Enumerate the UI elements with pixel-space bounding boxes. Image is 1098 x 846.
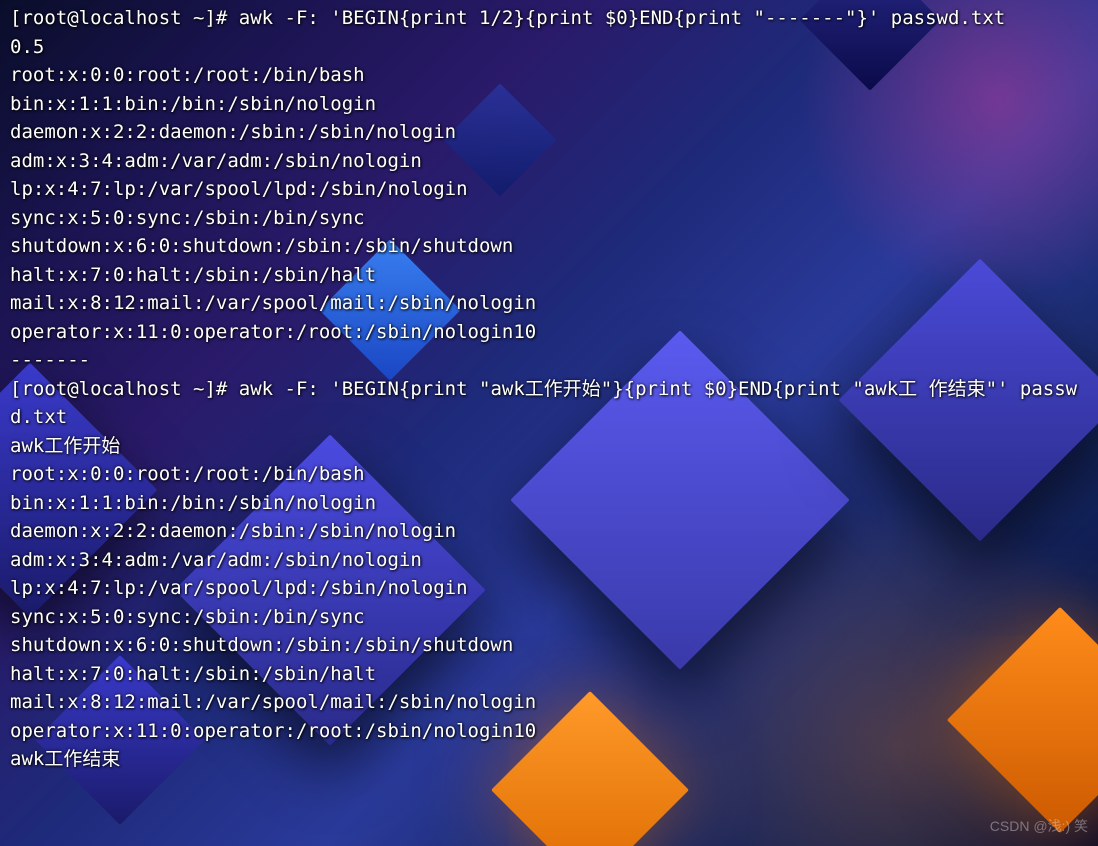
output-line: operator:x:11:0:operator:/root:/sbin/nol… [10,720,536,742]
output-line: daemon:x:2:2:daemon:/sbin:/sbin/nologin [10,121,456,143]
output-line: root:x:0:0:root:/root:/bin/bash [10,64,365,86]
output-line: 0.5 [10,36,44,58]
terminal-output-area[interactable]: [root@localhost ~]# awk -F: 'BEGIN{print… [0,0,1098,846]
output-line: bin:x:1:1:bin:/bin:/sbin/nologin [10,492,376,514]
output-line: shutdown:x:6:0:shutdown:/sbin:/sbin/shut… [10,634,513,656]
output-line: awk工作结束 [10,748,120,770]
output-line: mail:x:8:12:mail:/var/spool/mail:/sbin/n… [10,691,536,713]
shell-prompt: [root@localhost ~]# [10,7,239,29]
output-line: mail:x:8:12:mail:/var/spool/mail:/sbin/n… [10,292,536,314]
output-line: halt:x:7:0:halt:/sbin:/sbin/halt [10,663,376,685]
output-line: ------- [10,349,90,371]
shell-prompt: [root@localhost ~]# [10,378,239,400]
output-line: bin:x:1:1:bin:/bin:/sbin/nologin [10,93,376,115]
output-line: operator:x:11:0:operator:/root:/sbin/nol… [10,321,536,343]
watermark-text: CSDN @浅:) 笑 [990,812,1088,841]
output-line: sync:x:5:0:sync:/sbin:/bin/sync [10,606,365,628]
output-line: root:x:0:0:root:/root:/bin/bash [10,463,365,485]
output-line: awk工作开始 [10,435,120,457]
shell-command: awk -F: 'BEGIN{print 1/2}{print $0}END{p… [239,7,1005,29]
output-line: lp:x:4:7:lp:/var/spool/lpd:/sbin/nologin [10,577,468,599]
output-line: shutdown:x:6:0:shutdown:/sbin:/sbin/shut… [10,235,513,257]
output-line: adm:x:3:4:adm:/var/adm:/sbin/nologin [10,549,422,571]
output-line: adm:x:3:4:adm:/var/adm:/sbin/nologin [10,150,422,172]
output-line: sync:x:5:0:sync:/sbin:/bin/sync [10,207,365,229]
output-line: daemon:x:2:2:daemon:/sbin:/sbin/nologin [10,520,456,542]
output-line: halt:x:7:0:halt:/sbin:/sbin/halt [10,264,376,286]
output-line: lp:x:4:7:lp:/var/spool/lpd:/sbin/nologin [10,178,468,200]
